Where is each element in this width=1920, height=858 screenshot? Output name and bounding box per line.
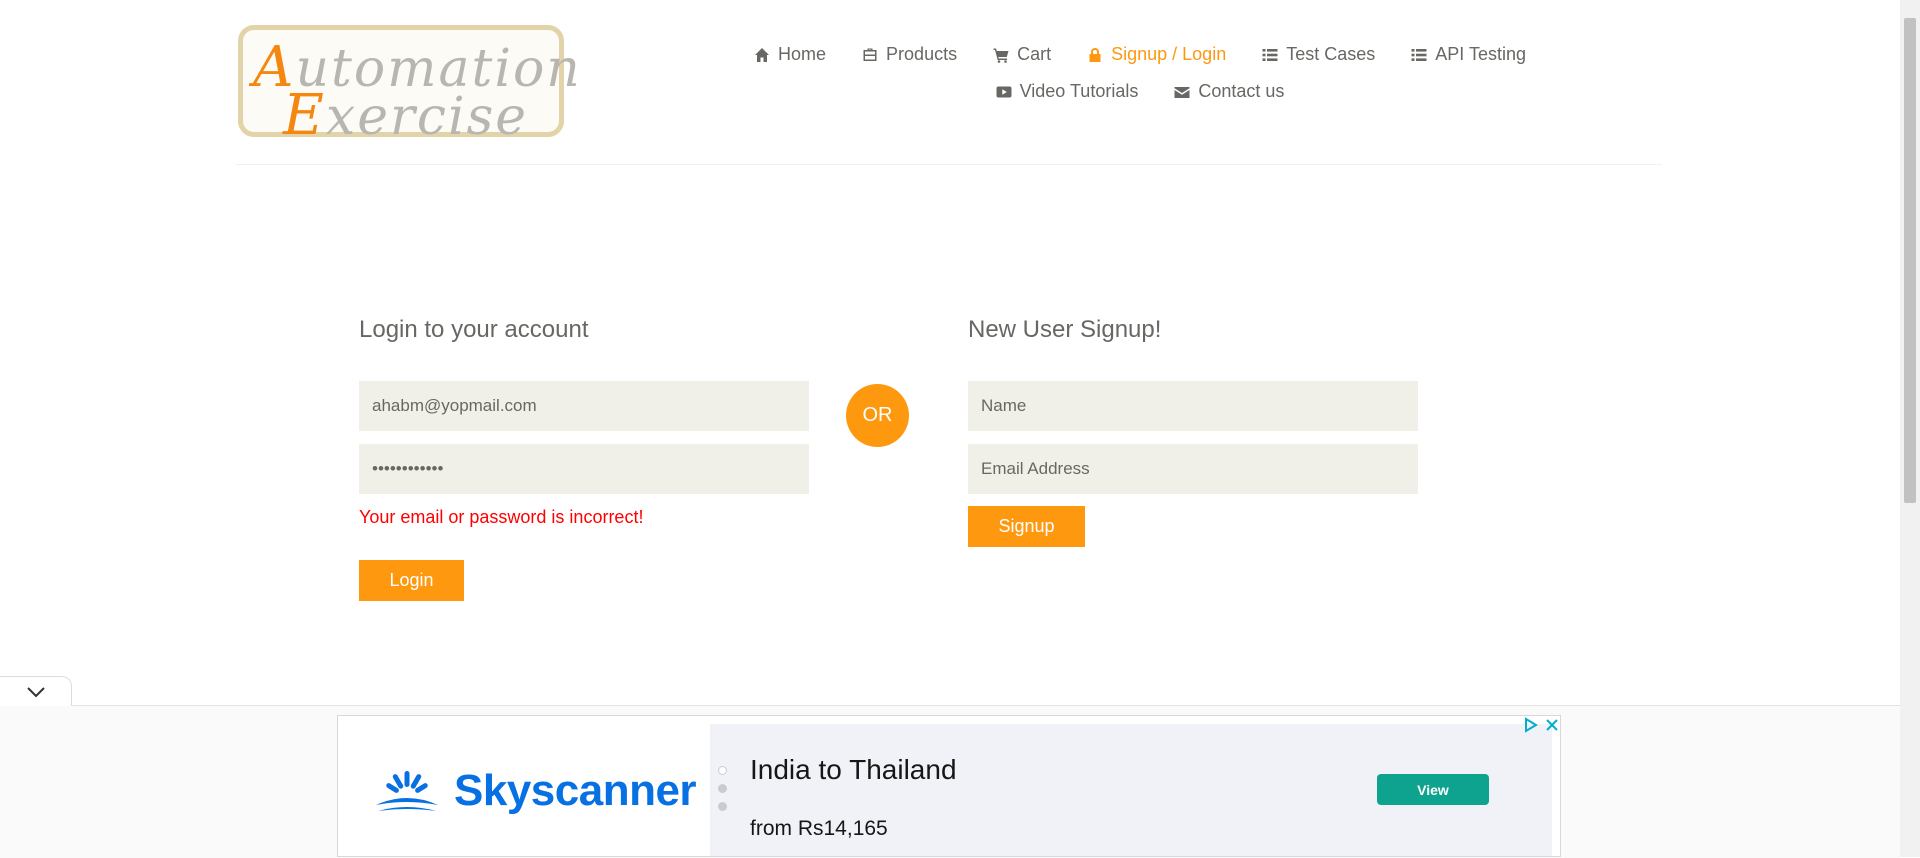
signup-email-input[interactable] [968, 444, 1418, 494]
nav-cart[interactable]: Cart [993, 44, 1051, 65]
nav-cart-label: Cart [1017, 44, 1052, 64]
list-icon [1411, 48, 1427, 61]
header-divider [236, 164, 1662, 165]
login-password-input[interactable] [359, 444, 809, 494]
youtube-icon [996, 86, 1012, 97]
logo-cap-e: E [283, 83, 326, 148]
nav-contact-us-label: Contact us [1198, 81, 1285, 101]
nav-api-testing[interactable]: API Testing [1411, 44, 1526, 65]
ad-price: from Rs14,165 [750, 817, 888, 840]
ad-dot-3[interactable] [718, 802, 727, 811]
site-header: Automation Exercise Home Products Cart S… [0, 0, 1900, 166]
ad-dot-2[interactable] [718, 784, 727, 793]
logo-line-2: Exercise [283, 83, 528, 148]
login-form: Login to your account [359, 316, 809, 346]
ad-carousel-dots [718, 766, 730, 820]
scrollbar-thumb[interactable] [1904, 18, 1916, 503]
nav-contact-us[interactable]: Contact us [1174, 81, 1284, 102]
close-icon[interactable] [1544, 717, 1560, 733]
home-icon [755, 47, 770, 62]
lock-icon [1089, 47, 1101, 62]
ad-banner[interactable]: Skyscanner India to Thailand from Rs14,1… [337, 715, 1561, 857]
adchoices-icon[interactable] [1523, 717, 1539, 733]
or-separator: OR [846, 384, 909, 447]
nav-test-cases[interactable]: Test Cases [1262, 44, 1375, 65]
ad-collapse-toggle[interactable] [0, 676, 72, 706]
nav-row-2: Video Tutorials Contact us [740, 73, 1540, 110]
briefcase-icon [863, 48, 877, 61]
cart-icon [993, 48, 1009, 63]
main-nav: Home Products Cart Signup / Login Test C… [740, 36, 1540, 110]
ad-headline: India to Thailand [750, 754, 957, 785]
login-email-input[interactable] [359, 381, 809, 431]
nav-home[interactable]: Home [754, 44, 826, 65]
envelope-icon [1174, 86, 1190, 98]
signup-form: New User Signup! [968, 316, 1418, 346]
signup-button[interactable]: Signup [968, 506, 1085, 547]
nav-signup-login[interactable]: Signup / Login [1087, 44, 1226, 65]
nav-api-testing-label: API Testing [1435, 44, 1526, 64]
site-logo[interactable]: Automation Exercise [238, 25, 580, 148]
list-icon [1262, 48, 1278, 61]
ad-dot-1[interactable] [718, 766, 727, 775]
nav-video-tutorials-label: Video Tutorials [1019, 81, 1139, 101]
nav-signup-login-label: Signup / Login [1111, 44, 1227, 64]
chevron-down-icon [26, 686, 45, 697]
nav-video-tutorials[interactable]: Video Tutorials [996, 81, 1139, 102]
ad-brand: Skyscanner [374, 766, 697, 816]
nav-row-1: Home Products Cart Signup / Login Test C… [740, 36, 1540, 73]
signup-name-input[interactable] [968, 381, 1418, 431]
logo-rest-2: xercise [325, 87, 529, 147]
signup-title: New User Signup! [968, 316, 1162, 343]
nav-home-label: Home [778, 44, 827, 64]
nav-test-cases-label: Test Cases [1286, 44, 1376, 64]
nav-products-label: Products [886, 44, 958, 64]
ad-brand-name: Skyscanner [454, 766, 697, 815]
ad-view-button[interactable]: View [1377, 774, 1489, 805]
nav-products[interactable]: Products [862, 44, 957, 65]
sunrise-logo-icon [376, 771, 438, 811]
page-scrollbar[interactable] [1900, 0, 1920, 857]
login-error-message: Your email or password is incorrect! [359, 507, 644, 527]
login-button[interactable]: Login [359, 560, 464, 601]
login-title: Login to your account [359, 316, 589, 343]
